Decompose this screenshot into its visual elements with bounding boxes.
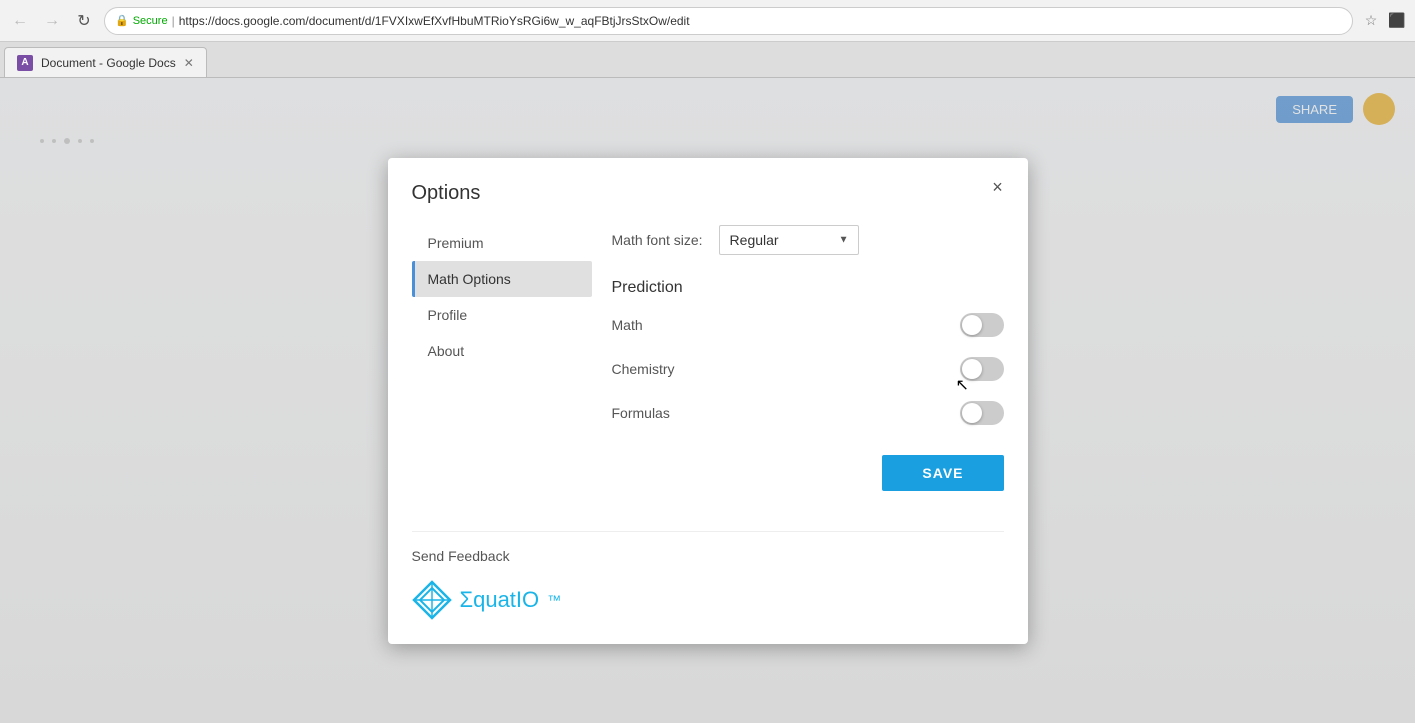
nav-item-math-options[interactable]: Math Options	[412, 261, 592, 297]
chemistry-toggle[interactable]: ↖	[960, 357, 1004, 381]
equatio-logo: ΣquatIO ™	[412, 580, 1004, 620]
page-background: SHARE Options × Premium Math Options Pro…	[0, 78, 1415, 723]
url-text: https://docs.google.com/document/d/1FVXI…	[179, 14, 690, 28]
dialog-nav: Premium Math Options Profile About	[412, 225, 592, 491]
options-dialog: Options × Premium Math Options Profile A…	[388, 158, 1028, 644]
cursor-indicator: ↖	[956, 375, 969, 395]
chemistry-toggle-row: Chemistry ↖	[612, 357, 1004, 381]
equatio-trademark: ™	[547, 592, 561, 608]
browser-actions: ☆ ⬛	[1361, 11, 1407, 31]
tab-title: Document - Google Docs	[41, 56, 176, 70]
docs-toolbar: SHARE Options × Premium Math Options Pro…	[0, 78, 1415, 723]
math-toggle[interactable]	[960, 313, 1004, 337]
chemistry-toggle-label: Chemistry	[612, 361, 675, 377]
nav-item-profile[interactable]: Profile	[412, 297, 592, 333]
font-size-select-wrapper[interactable]: Regular Small Large	[719, 225, 859, 255]
dialog-title: Options	[412, 182, 1004, 205]
font-size-select[interactable]: Regular Small Large	[719, 225, 859, 255]
close-button[interactable]: ×	[984, 174, 1012, 202]
refresh-button[interactable]: ↻	[72, 9, 96, 33]
equatio-text: ΣquatIO	[460, 587, 540, 613]
font-size-row: Math font size: Regular Small Large	[612, 225, 1004, 255]
math-toggle-label: Math	[612, 317, 643, 333]
save-button[interactable]: SAVE	[882, 455, 1003, 491]
active-tab[interactable]: A Document - Google Docs ✕	[4, 47, 207, 77]
forward-button[interactable]: →	[40, 9, 64, 33]
dialog-content: Math font size: Regular Small Large Pred…	[592, 225, 1004, 491]
secure-text: Secure	[133, 15, 168, 27]
formulas-toggle[interactable]	[960, 401, 1004, 425]
bookmark-icon[interactable]: ☆	[1361, 11, 1381, 31]
font-size-label: Math font size:	[612, 232, 703, 248]
lock-icon: 🔒	[115, 14, 129, 27]
cast-icon[interactable]: ⬛	[1387, 11, 1407, 31]
equatio-icon	[412, 580, 452, 620]
save-btn-row: SAVE	[612, 455, 1004, 491]
nav-item-premium[interactable]: Premium	[412, 225, 592, 261]
formulas-toggle-label: Formulas	[612, 405, 670, 421]
math-toggle-row: Math	[612, 313, 1004, 337]
tab-bar: A Document - Google Docs ✕	[0, 42, 1415, 78]
browser-chrome: ← → ↻ 🔒 Secure | https://docs.google.com…	[0, 0, 1415, 42]
back-button[interactable]: ←	[8, 9, 32, 33]
address-bar[interactable]: 🔒 Secure | https://docs.google.com/docum…	[104, 7, 1353, 35]
formulas-toggle-row: Formulas	[612, 401, 1004, 425]
nav-item-about[interactable]: About	[412, 333, 592, 369]
tab-close-icon[interactable]: ✕	[184, 56, 194, 70]
dialog-overlay: Options × Premium Math Options Profile A…	[0, 78, 1415, 723]
dialog-footer: Send Feedback ΣquatIO ™	[412, 531, 1004, 620]
prediction-title: Prediction	[612, 279, 1004, 297]
dialog-body: Premium Math Options Profile About Math …	[412, 225, 1004, 491]
tab-favicon: A	[17, 55, 33, 71]
send-feedback-link[interactable]: Send Feedback	[412, 548, 1004, 564]
